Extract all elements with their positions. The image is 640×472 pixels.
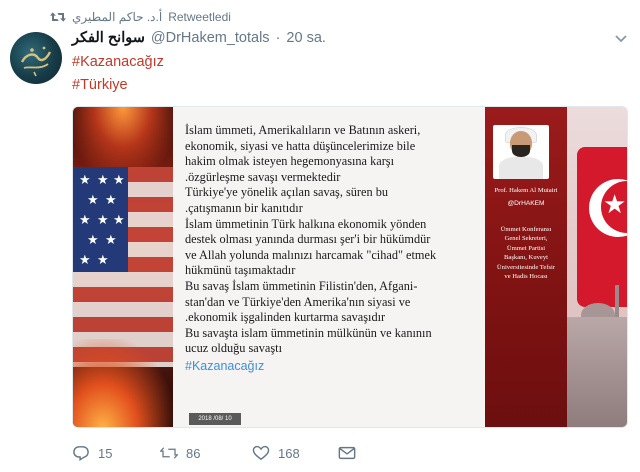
envelope-icon — [338, 446, 356, 460]
burning-flag-image: ★ ★ ★ ★ ★ ★ ★ ★ ★ ★ ★ ★ — [73, 107, 173, 427]
like-button[interactable]: 168 — [252, 445, 338, 461]
text-line: Bu savaş İslam ümmetinin Filistin'den, A… — [185, 278, 418, 293]
text-line: .ekonomik işgalinden kurtarma savaşıdır — [185, 310, 386, 325]
text-line: stan'dan ve Türkiye'den Amerika'nın siya… — [185, 294, 411, 309]
text-line: ucuz olduğu savaştı — [185, 341, 282, 356]
image-hashtag: #Kazanacağız — [185, 358, 265, 373]
text-line: ve Allah yolunda malınızı harcamak "ciha… — [185, 247, 437, 262]
reply-button[interactable]: 15 — [72, 445, 160, 461]
reply-count: 15 — [98, 445, 113, 461]
retweet-label: Retweetledi — [168, 10, 231, 24]
handle[interactable]: @DrHakem_totals — [151, 30, 270, 46]
text-line: .çatışmanın bir kanıtıdır — [185, 200, 303, 215]
retweet-context: أ.د. حاكم المطيري Retweetledi — [50, 8, 231, 26]
separator: · — [275, 30, 281, 46]
retweeter-name[interactable]: أ.د. حاكم المطيري — [72, 10, 162, 24]
city-skyline-image — [567, 317, 627, 427]
retweet-count: 86 — [186, 445, 201, 461]
heart-icon — [252, 445, 270, 461]
text-line: ekonomik, siyasi ve hatta düşüncelerimiz… — [185, 138, 416, 153]
text-line: Türkiye'ye yönelik açılan savaş, süren b… — [185, 185, 389, 200]
tweet-header: سوانح الفكر @DrHakem_totals · 20 sa. — [72, 30, 326, 46]
hashtag-link[interactable]: #Kazanacağız — [72, 54, 164, 70]
text-line: hükmünü taşımaktadır — [185, 263, 296, 278]
text-line: hakim olmak isteyen hegemonyasına karşı — [185, 154, 394, 169]
direct-message-button[interactable] — [338, 445, 368, 461]
calligraphy-logo — [20, 46, 52, 77]
author-twitter: @DrHAKEM — [507, 200, 545, 207]
retweet-icon — [50, 12, 66, 22]
author-photo — [493, 125, 549, 179]
retweet-button[interactable]: 86 — [160, 445, 252, 461]
chevron-down-icon[interactable] — [614, 32, 628, 46]
author-name: Prof. Hakem Al Mutairi — [494, 187, 558, 194]
statement-text: İslam ümmeti, Amerikalıların ve Batının … — [173, 107, 485, 427]
tweet-actions: 15 86 168 — [72, 442, 368, 464]
text-line: İslam ümmeti, Amerikalıların ve Batının … — [185, 123, 421, 137]
text-line: .özgürleşme savaşı vermektedir — [185, 169, 341, 184]
text-line: Bu savaşta islam ümmetinin mülkünün ve k… — [185, 325, 432, 340]
tweet-media-image[interactable]: ★ ★ ★ ★ ★ ★ ★ ★ ★ ★ ★ ★ İslam ümmeti, Am… — [72, 106, 628, 428]
date-label: 2018 /08/ 10 — [189, 413, 241, 425]
like-count: 168 — [278, 445, 300, 461]
avatar[interactable] — [10, 32, 62, 84]
hashtag-link[interactable]: #Türkiye — [72, 77, 128, 93]
retweet-icon — [160, 447, 178, 459]
text-line: destek olması yanında durması şer'i bir … — [185, 232, 431, 247]
reply-icon — [73, 446, 89, 461]
text-line: İslam ümmetinin Türk halkına ekonomik yö… — [185, 216, 427, 231]
author-bio: Ümmet Konferansı Genel Sekreteri, Ümmet … — [496, 226, 556, 281]
timestamp[interactable]: 20 sa. — [286, 30, 326, 46]
display-name[interactable]: سوانح الفكر — [72, 30, 145, 46]
profile-panel: ★ Prof. Hakem Al Mutairi @DrHAKEM Ümmet … — [485, 107, 627, 427]
